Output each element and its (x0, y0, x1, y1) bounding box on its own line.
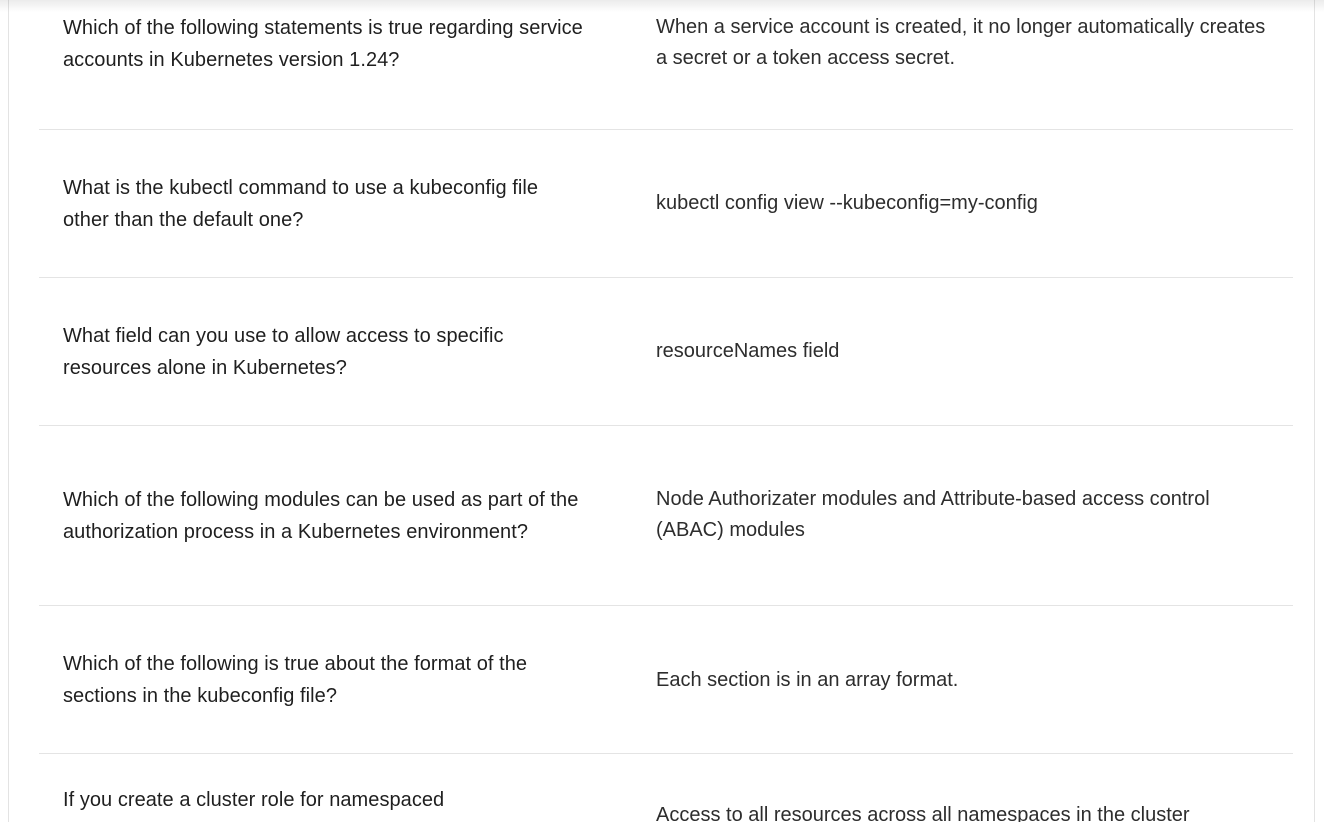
flashcard-list: Which of the following statements is tru… (39, 0, 1293, 836)
card-term: If you create a cluster role for namespa… (63, 789, 445, 811)
card-term: Which of the following modules can be us… (63, 488, 579, 543)
flashcard-row[interactable]: Which of the following modules can be us… (39, 426, 1293, 606)
card-definition: kubectl config view --kubeconfig=my-conf… (656, 192, 1038, 214)
flashcard-page: Which of the following statements is tru… (0, 0, 1324, 836)
content-left-border (8, 0, 9, 836)
card-definition: Each section is in an array format. (656, 669, 959, 691)
card-definition: Node Authorizater modules and Attribute-… (656, 488, 1210, 541)
card-definition: When a service account is created, it no… (656, 16, 1266, 69)
header-shadow (0, 0, 1324, 12)
flashcard-row[interactable]: Which of the following is true about the… (39, 606, 1293, 754)
card-term: Which of the following is true about the… (63, 652, 528, 707)
card-term: Which of the following statements is tru… (63, 17, 583, 71)
card-definition: resourceNames field (656, 340, 840, 362)
flashcard-row[interactable]: What is the kubectl command to use a kub… (39, 130, 1293, 278)
card-term: What is the kubectl command to use a kub… (63, 176, 539, 231)
flashcard-row[interactable]: Which of the following statements is tru… (39, 0, 1293, 130)
viewport-bottom-edge (0, 822, 1324, 836)
content-right-border (1314, 0, 1315, 836)
flashcard-row[interactable]: What field can you use to allow access t… (39, 278, 1293, 426)
card-term: What field can you use to allow access t… (63, 324, 504, 379)
